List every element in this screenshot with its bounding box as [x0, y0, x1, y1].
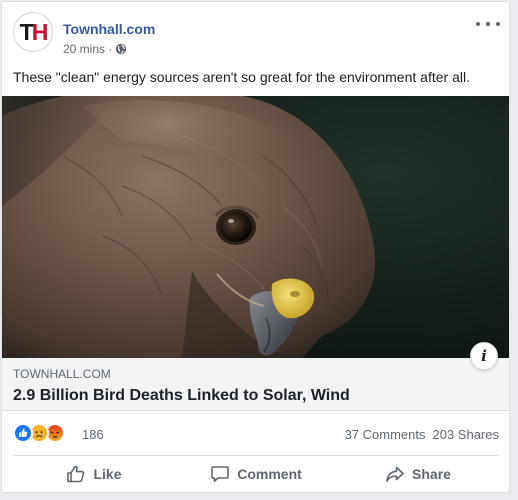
- link-preview-image[interactable]: [2, 96, 509, 358]
- globe-icon[interactable]: [115, 43, 127, 55]
- like-button[interactable]: Like: [13, 458, 175, 490]
- share-button[interactable]: Share: [337, 458, 499, 490]
- more-options-button[interactable]: [476, 16, 500, 32]
- logo-letter-t: T: [19, 18, 34, 45]
- action-divider: [13, 455, 499, 456]
- post-header: TH Townhall.com 20 mins ·: [2, 2, 509, 62]
- hawk-photo: [2, 96, 509, 358]
- post-timestamp[interactable]: 20 mins: [63, 42, 105, 56]
- facebook-post: TH Townhall.com 20 mins · These "clean" …: [1, 1, 510, 493]
- comments-count-link[interactable]: 37 Comments: [345, 427, 426, 442]
- page-name-link[interactable]: Townhall.com: [63, 21, 155, 37]
- reaction-icons[interactable]: [13, 423, 65, 443]
- like-icon: [13, 423, 33, 443]
- post-text: These "clean" energy sources aren't so g…: [13, 69, 470, 85]
- comment-button[interactable]: Comment: [175, 458, 337, 490]
- logo-letter-h: H: [31, 18, 49, 45]
- reaction-count[interactable]: 186: [82, 427, 104, 442]
- shares-count-link[interactable]: 203 Shares: [433, 427, 500, 442]
- link-title[interactable]: 2.9 Billion Bird Deaths Linked to Solar,…: [13, 386, 498, 406]
- share-arrow-icon: [385, 465, 405, 483]
- info-button[interactable]: i: [470, 342, 498, 370]
- meta-separator: ·: [108, 42, 113, 56]
- action-bar: Like Comment Share: [13, 458, 499, 490]
- link-preview-box[interactable]: TOWNHALL.COM 2.9 Billion Bird Deaths Lin…: [2, 358, 509, 411]
- more-horizontal-icon: [476, 22, 480, 26]
- page-avatar[interactable]: TH: [13, 12, 53, 52]
- share-label: Share: [412, 466, 451, 482]
- like-label: Like: [93, 466, 122, 482]
- more-horizontal-icon: [486, 22, 490, 26]
- comment-label: Comment: [237, 466, 302, 482]
- post-meta: 20 mins ·: [63, 42, 127, 56]
- townhall-logo: TH: [19, 18, 49, 45]
- link-domain: TOWNHALL.COM: [13, 367, 111, 381]
- thumbs-up-icon: [66, 465, 86, 483]
- more-horizontal-icon: [496, 22, 500, 26]
- reactions-summary: 186 37 Comments 203 Shares: [13, 421, 499, 445]
- info-icon: i: [481, 347, 487, 365]
- engagement-stats: 37 Comments 203 Shares: [345, 427, 499, 442]
- comment-icon: [210, 465, 230, 483]
